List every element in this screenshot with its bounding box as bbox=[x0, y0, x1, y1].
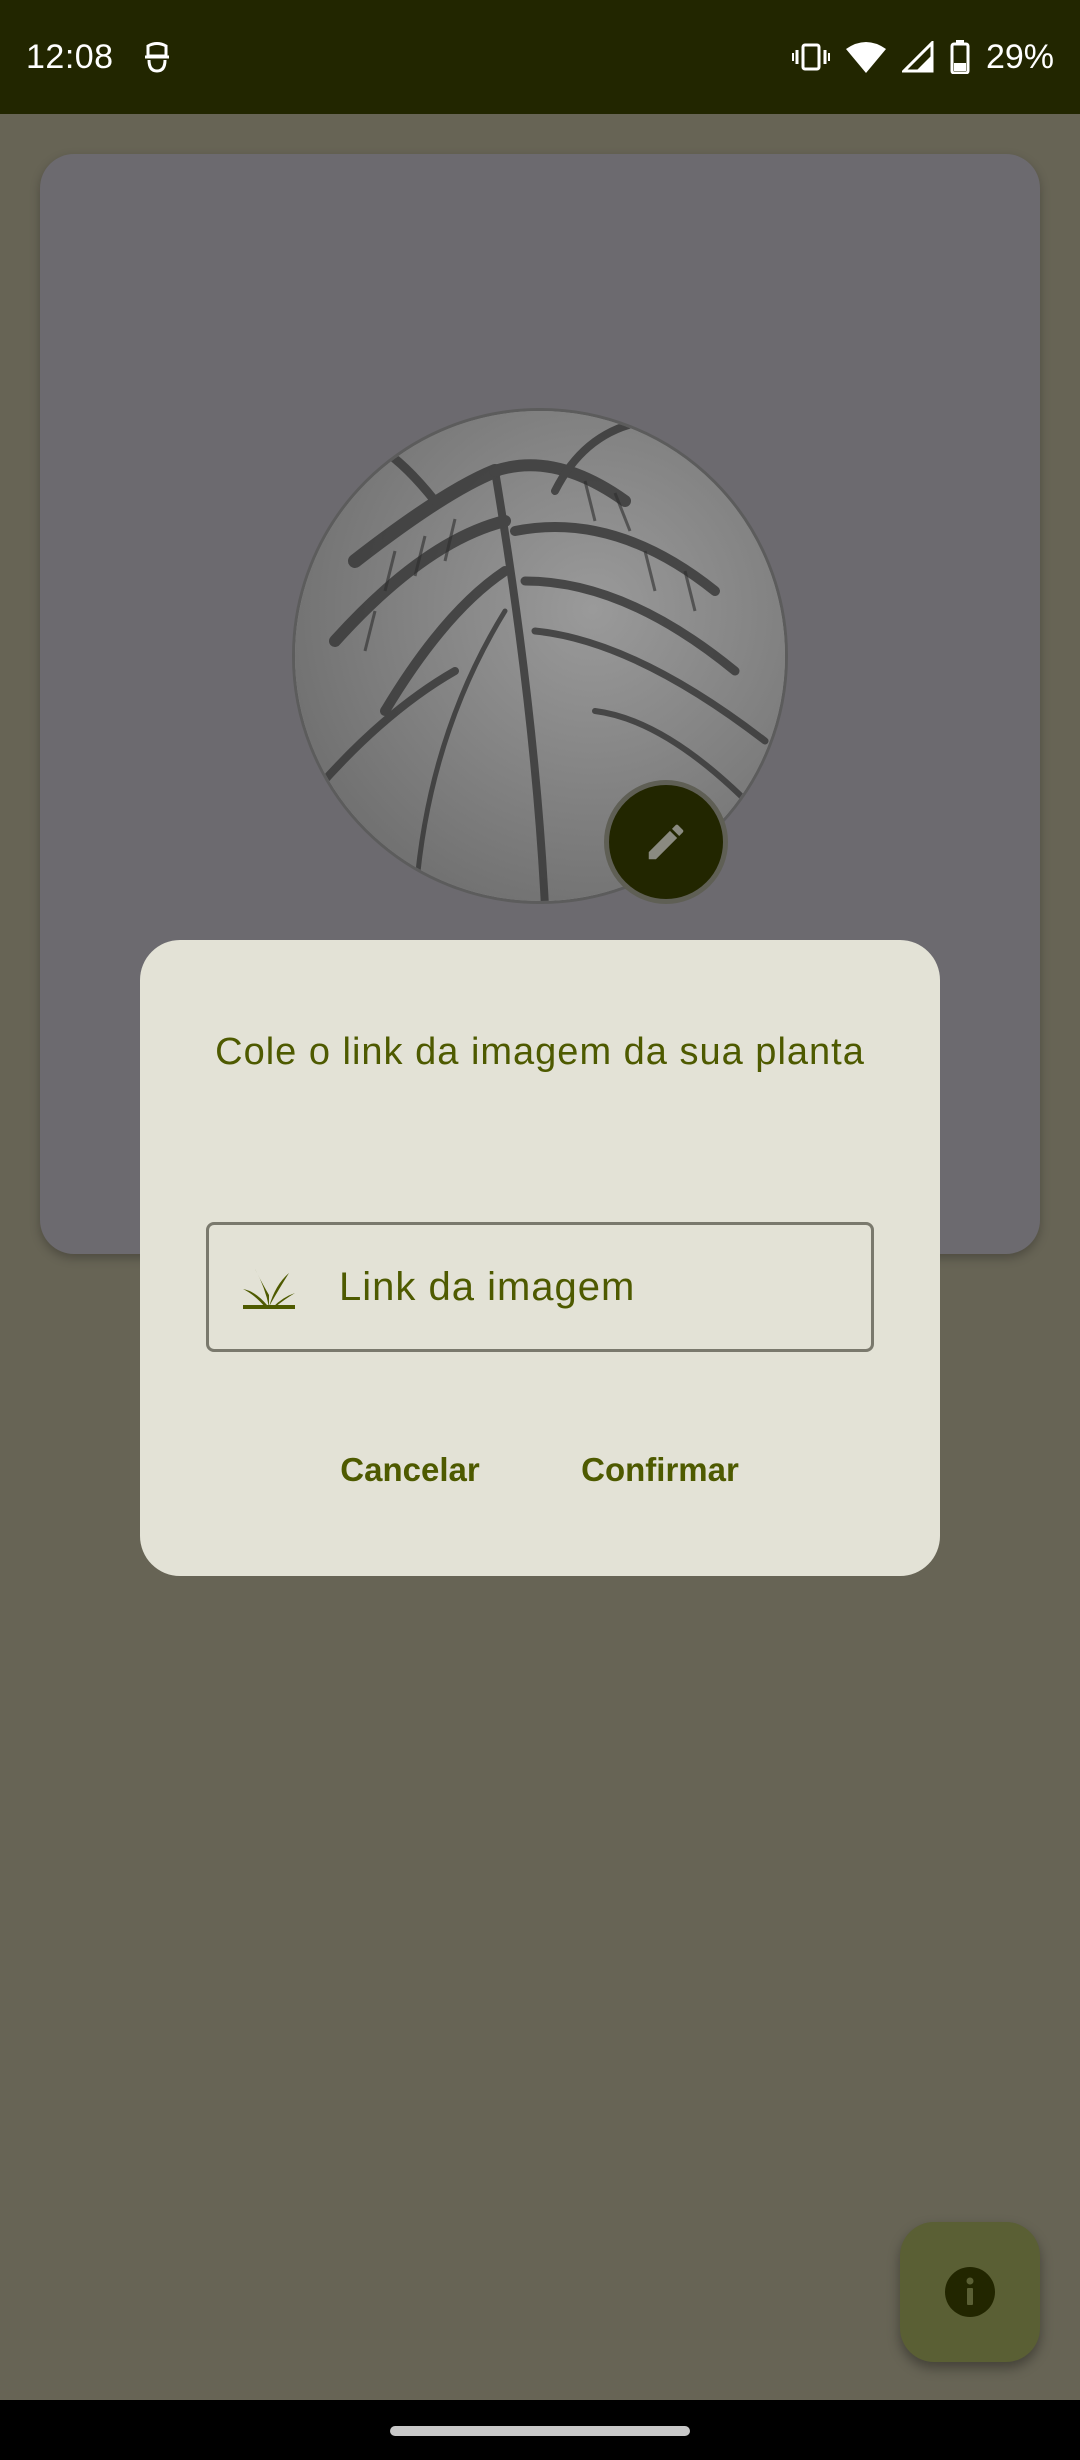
leaf-icon bbox=[241, 1265, 297, 1309]
image-link-field[interactable] bbox=[206, 1222, 874, 1352]
privacy-icon bbox=[142, 40, 172, 74]
info-icon bbox=[944, 2266, 996, 2318]
cancel-button[interactable]: Cancelar bbox=[330, 1430, 490, 1510]
image-link-input[interactable] bbox=[339, 1264, 859, 1310]
image-link-dialog: Cole o link da imagem da sua planta Canc… bbox=[140, 940, 940, 1576]
vibrate-icon bbox=[791, 42, 830, 72]
wifi-icon bbox=[845, 41, 886, 73]
status-time: 12:08 bbox=[26, 37, 114, 76]
edit-image-button[interactable] bbox=[604, 780, 728, 904]
screen: 12:08 29% Cole o link da imagem da sua p… bbox=[0, 0, 1080, 2460]
pencil-icon bbox=[643, 819, 689, 865]
status-bar: 12:08 29% bbox=[0, 0, 1080, 114]
info-button[interactable] bbox=[900, 2222, 1040, 2362]
status-right: 29% bbox=[791, 37, 1054, 77]
status-left: 12:08 bbox=[26, 38, 172, 77]
home-gesture-handle[interactable] bbox=[390, 2426, 690, 2436]
dialog-title: Cole o link da imagem da sua planta bbox=[215, 1031, 865, 1073]
confirm-button[interactable]: Confirmar bbox=[570, 1430, 750, 1510]
battery-percentage: 29% bbox=[985, 37, 1054, 76]
battery-icon bbox=[950, 40, 970, 74]
signal-icon bbox=[901, 41, 934, 73]
dialog-actions: Cancelar Confirmar bbox=[140, 1430, 940, 1510]
